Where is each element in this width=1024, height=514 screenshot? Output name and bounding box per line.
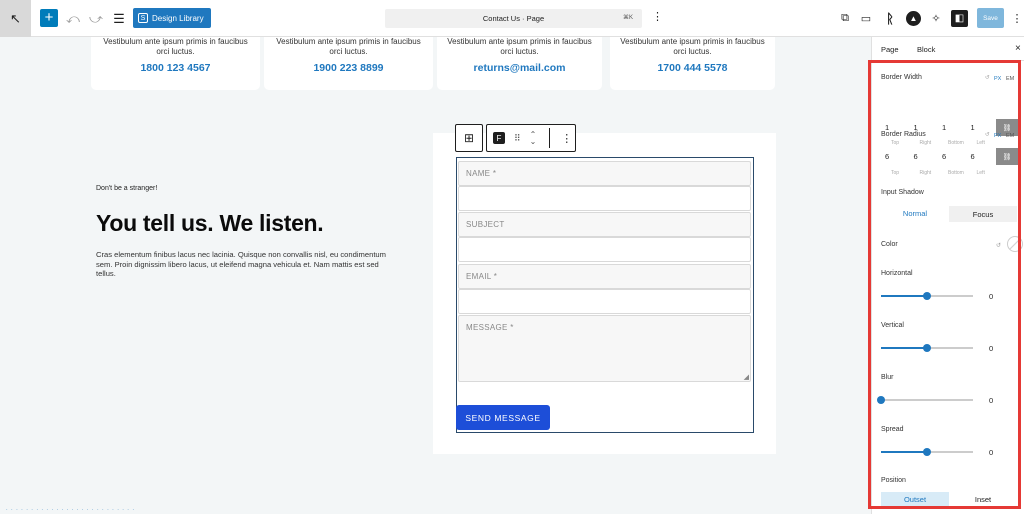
editor-canvas: Vestibulum ante ipsum primis in faucibus… (0, 37, 871, 514)
undo-icon[interactable]: ⤺ (66, 9, 80, 28)
intro-paragraph[interactable]: Cras elementum finibus lacus nec lacinia… (96, 250, 396, 279)
design-library-button[interactable]: S Design Library (133, 8, 211, 28)
list-view-icon[interactable]: ☰ (112, 9, 126, 28)
resize-handle-icon[interactable]: ◢ (744, 373, 749, 381)
card-text: Vestibulum ante ipsum primis in faucibus… (103, 37, 248, 56)
contact-card[interactable]: Vestibulum ante ipsum primis in faucibus… (264, 37, 433, 90)
card-value: 1800 123 4567 (140, 62, 211, 74)
message-textarea[interactable]: MESSAGE * ◢ (458, 315, 751, 382)
library-icon: S (138, 13, 148, 23)
card-value: 1700 444 5578 (657, 62, 728, 74)
page-headline[interactable]: You tell us. We listen. (96, 210, 324, 237)
astra-icon[interactable]: ▲ (906, 11, 921, 26)
card-text: Vestibulum ante ipsum primis in faucibus… (276, 37, 421, 56)
card-text: Vestibulum ante ipsum primis in faucibus… (447, 37, 592, 56)
plus-icon[interactable]: + (40, 9, 58, 27)
document-title: Contact Us · Page (482, 14, 545, 23)
preview-device-icon[interactable]: ▭ (859, 9, 873, 28)
name-label-field: NAME * (458, 161, 751, 186)
toolbar-divider (549, 128, 551, 148)
external-link-icon[interactable]: ⧉ (838, 9, 852, 28)
card-value: returns@mail.com (473, 62, 566, 74)
sparkle-icon[interactable]: ✧ (929, 9, 943, 28)
move-updown-icon[interactable]: ⌃ ⌄ (530, 131, 537, 146)
close-icon[interactable]: × (1015, 43, 1021, 54)
email-input[interactable] (458, 289, 751, 314)
breadcrumb[interactable]: · · · · · · · · · · · · · · · · · · · · … (6, 507, 135, 513)
command-shortcut: ⌘K (622, 15, 633, 21)
field-label: NAME * (466, 169, 497, 178)
contact-card[interactable]: Vestibulum ante ipsum primis in faucibus… (91, 37, 260, 90)
options-menu-icon[interactable]: ⋮ (1012, 9, 1023, 28)
block-controls: F ⠿ ⌃ ⌄ ⋮ (486, 124, 576, 152)
field-label: SUBJECT (466, 220, 505, 229)
arrow-up-left-icon[interactable]: ↖ (0, 0, 31, 37)
card-text: Vestibulum ante ipsum primis in faucibus… (620, 37, 765, 56)
editor-top-bar: ↖ + ⤺ ⤻ ☰ S Design Library Contact Us · … (0, 0, 1024, 37)
drag-handle-icon[interactable]: ⠿ (514, 133, 521, 144)
redo-icon[interactable]: ⤻ (89, 9, 103, 28)
plugin-icon[interactable]: ᚱ (883, 9, 897, 28)
settings-sidebar-icon[interactable]: ◧ (951, 10, 968, 27)
block-toolbar: ⊞ F ⠿ ⌃ ⌄ ⋮ (455, 124, 576, 154)
document-title-bar[interactable]: Contact Us · Page ⌘K (385, 9, 642, 28)
design-library-label: Design Library (152, 13, 204, 23)
save-button[interactable]: Save (977, 8, 1004, 28)
email-label-field: EMAIL * (458, 264, 751, 289)
eyebrow-text[interactable]: Don't be a stranger! (96, 185, 157, 192)
name-input[interactable] (458, 186, 751, 211)
block-options-icon[interactable]: ⋮ (561, 132, 572, 145)
form-block-icon[interactable]: F (493, 132, 505, 144)
highlight-frame (868, 60, 1021, 509)
block-parent-icon[interactable]: ⊞ (455, 124, 483, 152)
field-label: EMAIL * (466, 272, 498, 281)
contact-card[interactable]: Vestibulum ante ipsum primis in faucibus… (610, 37, 775, 90)
tab-page[interactable]: Page (881, 45, 899, 54)
subject-label-field: SUBJECT (458, 212, 751, 237)
field-label: MESSAGE * (466, 323, 514, 332)
tab-block[interactable]: Block (917, 45, 935, 54)
subject-input[interactable] (458, 237, 751, 262)
contact-card[interactable]: Vestibulum ante ipsum primis in faucibus… (437, 37, 602, 90)
send-message-button[interactable]: SEND MESSAGE (456, 405, 550, 430)
more-options-icon[interactable]: ⋮ (652, 10, 663, 23)
card-value: 1900 223 8899 (313, 62, 384, 74)
